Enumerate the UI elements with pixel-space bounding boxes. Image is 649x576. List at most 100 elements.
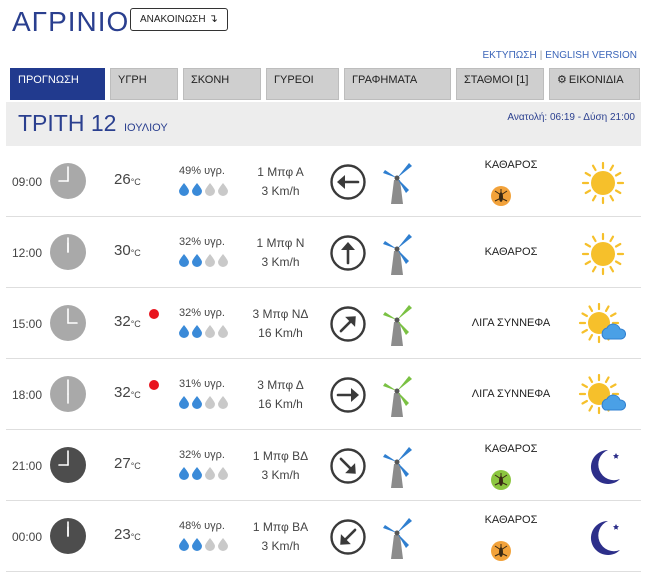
english-version-link[interactable]: ENGLISH VERSION: [545, 50, 637, 61]
clock-icon: [49, 162, 87, 205]
windmill-icon: [379, 160, 415, 211]
temperature-unit: °C: [130, 319, 141, 329]
humidity-drop-icon: [192, 396, 202, 409]
day-title: ΤΡΙΤΗ 12: [18, 110, 117, 136]
forecast-humidity: 31% υγρ.: [179, 378, 225, 390]
tab-pollen[interactable]: ΓΥΡΕΟΙ: [266, 68, 339, 100]
day-month: ΙΟΥΛΙΟΥ: [124, 122, 168, 134]
mill-hub: [394, 246, 400, 252]
humidity-drop-icon: [179, 396, 189, 409]
forecast-humidity: 32% υγρ.: [179, 449, 225, 461]
tab-stations[interactable]: ΣΤΑΘΜΟΙ [1]: [456, 68, 544, 100]
forecast-time: 00:00: [12, 530, 43, 544]
humidity-drop-icon: [218, 325, 228, 338]
temperature-value: 32: [114, 384, 131, 401]
tab-label: ΣΚΟΝΗ: [191, 74, 230, 86]
temperature-value: 26: [114, 171, 131, 188]
sun-icon: [578, 232, 628, 281]
sun-icon: [578, 161, 628, 210]
wind-force: 3 Μπφ Δ: [257, 378, 304, 392]
tab-label: ΣΤΑΘΜΟΙ [1]: [464, 74, 529, 86]
top-links: ΕΚΤΥΠΩΣΗ | ENGLISH VERSION: [482, 50, 637, 61]
humidity-drop-icon: [192, 538, 202, 551]
mosquito-icon: [490, 185, 512, 212]
mill-blade: [397, 447, 412, 462]
windmill-icon: [379, 444, 415, 495]
mill-blade: [397, 234, 412, 249]
humidity-drops: [178, 466, 234, 485]
forecast-time: 18:00: [12, 388, 43, 402]
forecast-temperature: 27°C: [114, 455, 141, 472]
forecast-temperature: 32°C: [114, 313, 141, 330]
humidity-drop-icon: [179, 183, 189, 196]
sun-shape: [581, 161, 625, 205]
tab-label: ΓΡΑΦΗΜΑΤΑ: [352, 74, 418, 86]
arrow-north-icon: [329, 234, 367, 277]
announcement-label: ΑΝΑΚΟΙΝΩΣΗ: [140, 14, 206, 25]
forecast-row: 15:00 32°C 32% υγρ. 3 Μπφ ΝΔ 16 Km/h ΛΙΓΑ ΣΥΝ…: [6, 289, 641, 359]
link-separator: |: [539, 50, 543, 61]
mill-hub: [394, 530, 400, 536]
tab-label: ΕΙΚΟΝΙΔΙΑ: [568, 74, 624, 86]
temperature-value: 27: [114, 455, 131, 472]
wind-force: 1 Μπφ Α: [257, 165, 304, 179]
clock-icon: [49, 517, 87, 560]
tab-charts[interactable]: ΓΡΑΦΗΜΑΤΑ: [344, 68, 451, 100]
forecast-temperature: 32°C: [114, 384, 141, 401]
forecast-row: 09:00 26°C 49% υγρ. 1 Μπφ Α 3 Km/h ΚΑΘΑΡΟΣ: [6, 147, 641, 217]
sky-condition: ΛΙΓΑ ΣΥΝΝΕΦΑ: [471, 317, 551, 329]
temperature-value: 23: [114, 526, 131, 543]
clock-icon: [49, 446, 87, 489]
forecast-humidity: 32% υγρ.: [179, 236, 225, 248]
moon-icon: [578, 445, 628, 494]
mill-hub: [394, 388, 400, 394]
tab-dust[interactable]: ΣΚΟΝΗ: [183, 68, 261, 100]
announcement-button[interactable]: ΑΝΑΚΟΙΝΩΣΗ ↴: [130, 8, 228, 31]
wind-speed: 3 Km/h: [261, 255, 300, 269]
humidity-drop-icon: [205, 538, 215, 551]
wind-force: 1 Μπφ ΒΑ: [252, 520, 309, 534]
arrow-down-icon: ↴: [208, 13, 218, 25]
humidity-drop-icon: [179, 538, 189, 551]
humidity-drop-icon: [218, 183, 228, 196]
clock-icon: [49, 233, 87, 276]
forecast-temperature: 30°C: [114, 242, 141, 259]
sky-condition: ΚΑΘΑΡΟΣ: [484, 246, 538, 258]
humidity-drop-icon: [179, 467, 189, 480]
tab-icons[interactable]: ⚙ ΕΙΚΟΝΙΔΙΑ: [549, 68, 640, 100]
clock-icon: [49, 304, 87, 347]
sunrise-sunset: Ανατολή: 06:19 - Δύση 21:00: [507, 112, 635, 123]
forecast-temperature: 26°C: [114, 171, 141, 188]
forecast-row: 12:00 30°C 32% υγρ. 1 Μπφ Ν 3 Km/h ΚΑΘΑΡΟΣ: [6, 218, 641, 288]
forecast-time: 09:00: [12, 175, 43, 189]
wind-speed: 16 Km/h: [258, 397, 303, 411]
forecast-humidity: 49% υγρ.: [179, 165, 225, 177]
tab-forecast[interactable]: ΠΡΟΓΝΩΣΗ: [10, 68, 105, 100]
sky-condition: ΚΑΘΑΡΟΣ: [484, 443, 538, 455]
wind-force: 3 Μπφ ΝΔ: [252, 307, 309, 321]
humidity-drop-icon: [179, 325, 189, 338]
forecast-temperature: 23°C: [114, 526, 141, 543]
humidity-drop-icon: [192, 254, 202, 267]
humidity-drops: [178, 324, 234, 343]
sun-cloud-icon: [578, 373, 628, 423]
sky-condition: ΚΑΘΑΡΟΣ: [484, 159, 538, 171]
arrow-west-icon: [329, 163, 367, 206]
forecast-row: 21:00 27°C 32% υγρ. 1 Μπφ ΒΔ 3 Km/h ΚΑΘΑΡΟΣ: [6, 431, 641, 501]
wind-force: 1 Μπφ ΒΔ: [252, 449, 309, 463]
humidity-drop-icon: [218, 254, 228, 267]
heat-warning-dot: [149, 309, 159, 319]
forecast-time: 21:00: [12, 459, 43, 473]
humidity-drop-icon: [179, 254, 189, 267]
forecast-humidity: 32% υγρ.: [179, 307, 225, 319]
wind-speed: 3 Km/h: [261, 468, 300, 482]
temperature-unit: °C: [130, 390, 141, 400]
arrow-southwest-icon: [329, 518, 367, 561]
mill-blade: [397, 163, 412, 178]
humidity-drop-icon: [218, 467, 228, 480]
forecast-row: 18:00 32°C 31% υγρ. 3 Μπφ Δ 16 Km/h ΛΙΓΑ ΣΥΝΝ…: [6, 360, 641, 430]
print-link[interactable]: ΕΚΤΥΠΩΣΗ: [482, 50, 536, 61]
mill-hub: [394, 317, 400, 323]
temperature-unit: °C: [130, 248, 141, 258]
tab-wet[interactable]: ΥΓΡΗ: [110, 68, 178, 100]
